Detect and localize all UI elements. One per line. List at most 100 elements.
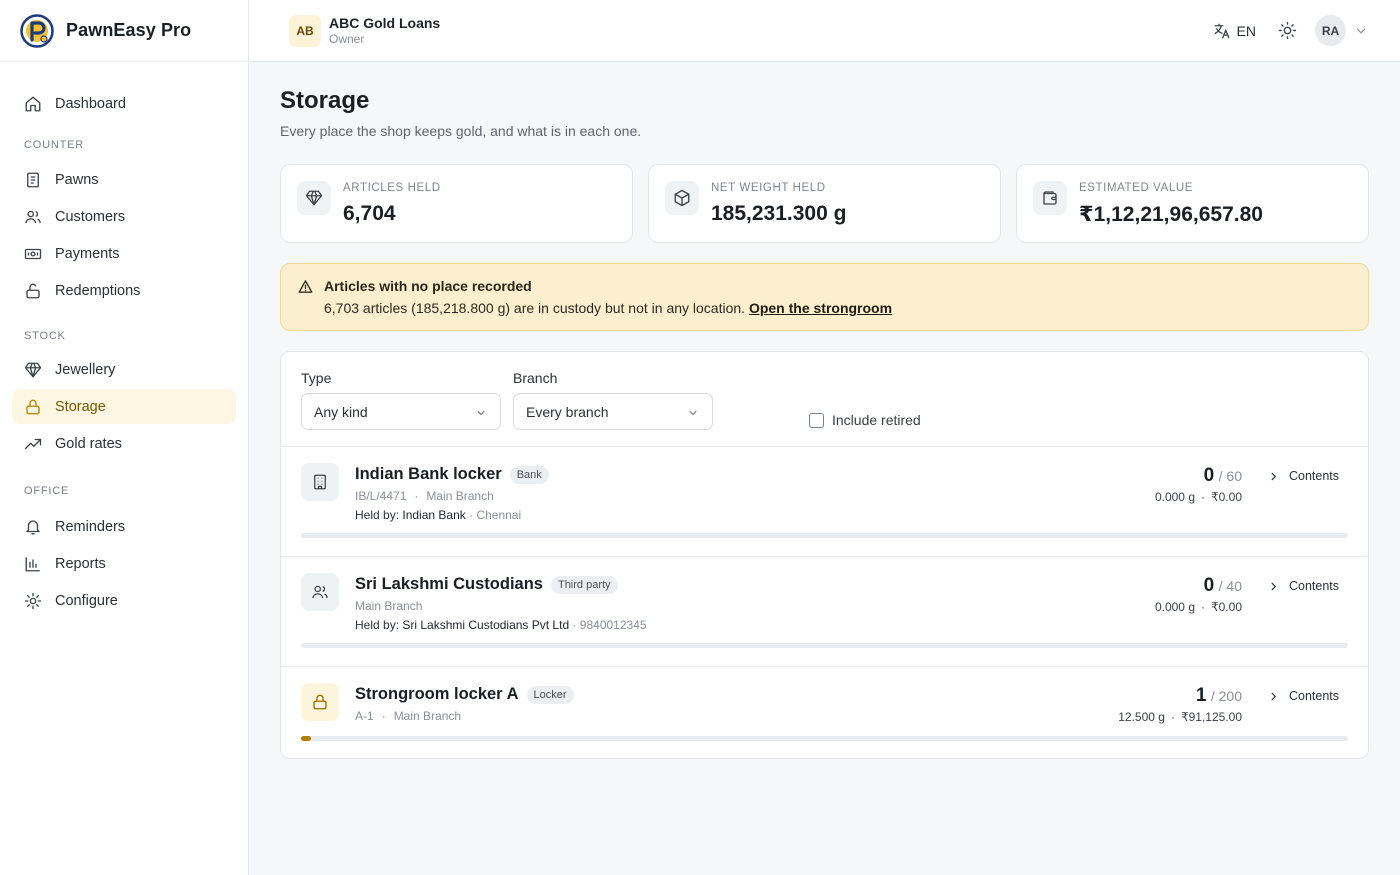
stat-label: ESTIMATED VALUE: [1079, 182, 1194, 194]
location-weight: 0.000 g: [1154, 600, 1195, 614]
location-branch: Main Branch: [355, 599, 423, 613]
type-select[interactable]: Any kind: [301, 393, 501, 430]
brand[interactable]: PawnEasy Pro: [0, 0, 248, 62]
nav-label: Payments: [55, 245, 120, 262]
location-name-row: Sri Lakshmi Custodians Third party: [355, 575, 618, 594]
location-row[interactable]: Indian Bank locker Bank IB/L/4471 · Main B…: [281, 447, 1368, 557]
include-retired-checkbox[interactable]: [809, 412, 824, 428]
brand-name: PawnEasy Pro: [66, 20, 192, 40]
location-code: A-1: [355, 709, 374, 723]
contents-button[interactable]: Contents: [1268, 689, 1339, 703]
avatar[interactable]: RA: [1315, 15, 1346, 46]
nav-item-pawns[interactable]: Pawns: [12, 162, 236, 197]
branch-select-value: Every branch: [526, 403, 609, 420]
contents-button[interactable]: Contents: [1268, 579, 1339, 593]
nav-item-reminders[interactable]: Reminders: [12, 509, 236, 544]
nav-section-counter: COUNTER: [24, 139, 84, 151]
sidebar: PawnEasy Pro Dashboard COUNTER Pawns Cus…: [0, 0, 249, 875]
contents-label: Contents: [1288, 579, 1339, 593]
type-select-value: Any kind: [314, 403, 368, 420]
open-strongroom-link[interactable]: Open the strongroom: [749, 300, 892, 316]
stat-value: 6,704: [343, 202, 396, 225]
nav-item-storage[interactable]: Storage: [12, 389, 236, 424]
location-branch: Main Branch: [393, 709, 462, 723]
nav-item-configure[interactable]: Configure: [12, 583, 236, 618]
alert-text: 6,703 articles (185,218.800 g) are in cu…: [324, 300, 746, 316]
include-retired-label: Include retired: [832, 412, 921, 428]
org-switcher[interactable]: ABC Gold Loans Owner: [329, 15, 440, 46]
stat-value: ₹1,12,21,96,657.80: [1079, 203, 1263, 226]
held-by-extra: Chennai: [476, 508, 522, 522]
held-by-extra: 9840012345: [579, 618, 647, 632]
location-type-badge: Third party: [550, 575, 618, 594]
stat-value: 185,231.300 g: [711, 202, 847, 225]
nav-item-payments[interactable]: Payments: [12, 236, 236, 271]
article-count: 0: [1203, 465, 1215, 486]
lock-icon: [301, 683, 339, 721]
stat-estimated-value: ESTIMATED VALUE ₹1,12,21,96,657.80: [1016, 164, 1369, 243]
stat-articles-held: ARTICLES HELD 6,704: [280, 164, 633, 243]
main-nav: Dashboard COUNTER Pawns Customers Paymen…: [0, 62, 248, 618]
nav-label: Reports: [55, 555, 106, 572]
nav-item-dashboard[interactable]: Dashboard: [12, 86, 236, 121]
held-by-label: Held by:: [355, 618, 400, 632]
nav-item-gold-rates[interactable]: Gold rates: [12, 426, 236, 461]
include-retired-toggle[interactable]: Include retired: [809, 412, 921, 428]
location-totals: 12.500 g · ₹91,125.00: [1118, 710, 1242, 724]
sun-icon: [1278, 21, 1297, 40]
location-name: Indian Bank locker: [355, 465, 502, 483]
held-by-name: Indian Bank: [402, 508, 466, 522]
nav-label: Configure: [55, 592, 118, 609]
theme-toggle[interactable]: [1278, 21, 1297, 40]
location-name-row: Strongroom locker A Locker: [355, 685, 574, 704]
article-count: 0: [1203, 575, 1215, 596]
nav-item-reports[interactable]: Reports: [12, 546, 236, 581]
location-name: Sri Lakshmi Custodians: [355, 575, 543, 593]
branch-select[interactable]: Every branch: [513, 393, 713, 430]
gem-icon: [24, 362, 42, 377]
filters-bar: Type Any kind Branch Every branch Includ…: [281, 352, 1368, 447]
bar-chart-icon: [25, 556, 40, 571]
chevron-down-icon: [477, 411, 485, 416]
capacity-bar: [301, 643, 1348, 648]
page-title: Storage: [280, 87, 370, 114]
location-weight: 0.000 g: [1154, 490, 1195, 504]
nav-item-jewellery[interactable]: Jewellery: [12, 352, 236, 387]
users-icon: [25, 210, 41, 223]
unplaced-articles-alert: Articles with no place recorded 6,703 ar…: [280, 263, 1369, 331]
nav-label: Gold rates: [55, 435, 122, 452]
location-count: 0 / 40: [1204, 575, 1242, 597]
users-icon: [301, 573, 339, 611]
stat-label: ARTICLES HELD: [343, 182, 441, 194]
location-branch: Main Branch: [426, 489, 494, 503]
type-label: Type: [301, 370, 332, 386]
warning-icon: [298, 280, 313, 293]
nav-label: Reminders: [55, 518, 126, 535]
nav-section-office: OFFICE: [24, 485, 70, 497]
page-subtitle: Every place the shop keeps gold, and wha…: [280, 123, 642, 139]
nav-item-redemptions[interactable]: Redemptions: [12, 273, 236, 308]
nav-label: Customers: [55, 208, 126, 225]
contents-label: Contents: [1288, 469, 1339, 483]
topbar: AB ABC Gold Loans Owner EN RA: [249, 0, 1400, 62]
contents-button[interactable]: Contents: [1268, 469, 1339, 483]
location-type-badge: Locker: [526, 685, 574, 704]
nav-item-customers[interactable]: Customers: [12, 199, 236, 234]
location-held-by: Held by: Sri Lakshmi Custodians Pvt Ltd …: [355, 618, 647, 632]
unlock-icon: [26, 283, 40, 298]
location-value: ₹0.00: [1211, 490, 1242, 504]
location-row[interactable]: Sri Lakshmi Custodians Third party Main …: [281, 557, 1368, 667]
language-switcher[interactable]: EN: [1213, 22, 1256, 40]
chevron-down-icon[interactable]: [1354, 24, 1368, 38]
location-row[interactable]: Strongroom locker A Locker A-1 · Main Bran…: [281, 667, 1368, 758]
location-count: 0 / 60: [1204, 465, 1242, 487]
nav-label: Pawns: [55, 171, 99, 188]
box-icon: [665, 181, 699, 215]
language-label: EN: [1236, 22, 1256, 39]
location-type-badge: Bank: [509, 465, 549, 484]
nav-label: Redemptions: [55, 282, 141, 299]
gem-icon: [297, 181, 331, 215]
gear-icon: [24, 592, 42, 609]
location-totals: 0.000 g · ₹0.00: [1154, 490, 1242, 504]
alert-title: Articles with no place recorded: [324, 278, 532, 294]
